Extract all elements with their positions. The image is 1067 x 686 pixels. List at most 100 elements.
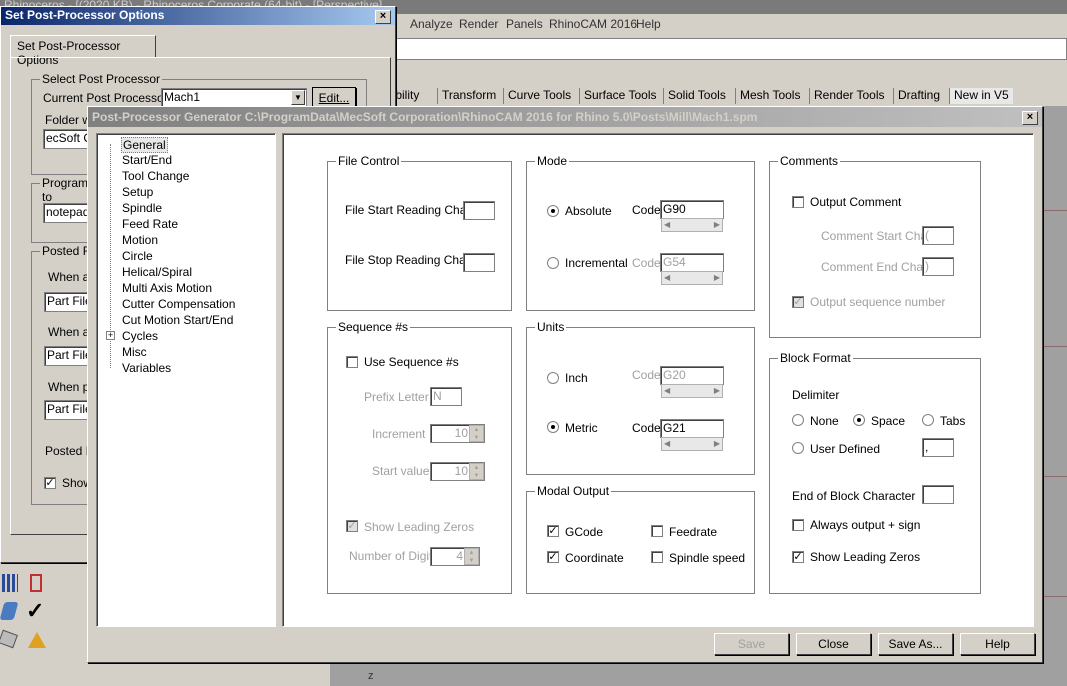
- current-post-select[interactable]: Mach1: [161, 88, 307, 107]
- increment-label: Increment: [372, 427, 426, 441]
- coordinate-label: Coordinate: [565, 551, 624, 565]
- tab-mesh-tools[interactable]: Mesh Tools: [735, 88, 804, 104]
- tab-drafting[interactable]: Drafting: [893, 88, 944, 104]
- file-start-field[interactable]: [463, 201, 495, 220]
- tree-item-motion[interactable]: Motion: [122, 233, 158, 247]
- spo-tab[interactable]: Set Post-Processor Options: [10, 35, 156, 67]
- spindle-checkbox[interactable]: [651, 551, 663, 563]
- metric-radio[interactable]: [547, 421, 559, 433]
- file-stop-field[interactable]: [463, 253, 495, 272]
- tree-item-cut-motion-start-end[interactable]: Cut Motion Start/End: [122, 313, 233, 327]
- grid-icon[interactable]: [2, 574, 18, 592]
- incremental-radio[interactable]: [547, 257, 559, 269]
- units-title: Units: [535, 320, 567, 334]
- spo-title: Set Post-Processor Options: [5, 8, 165, 22]
- comment-end-field[interactable]: ): [922, 257, 954, 276]
- inc-code-scrollbar[interactable]: ◀ ▶: [661, 271, 723, 285]
- inch-label: Inch: [565, 371, 588, 385]
- space-radio[interactable]: [853, 414, 865, 426]
- z-axis-label: z: [368, 670, 374, 682]
- when-label-2: When a: [48, 325, 90, 339]
- tab-surface-tools[interactable]: Surface Tools: [579, 88, 661, 104]
- absolute-label: Absolute: [565, 204, 612, 218]
- output-seq-checkbox[interactable]: ✓: [792, 296, 804, 308]
- none-radio[interactable]: [792, 414, 804, 426]
- tree-item-cutter-compensation[interactable]: Cutter Compensation: [122, 297, 235, 311]
- use-sequence-checkbox[interactable]: [346, 356, 358, 368]
- comment-start-field[interactable]: (: [922, 226, 954, 245]
- tree-item-tool-change[interactable]: Tool Change: [122, 169, 189, 183]
- output-comment-checkbox[interactable]: [792, 196, 804, 208]
- help-button[interactable]: Help: [960, 633, 1035, 655]
- tab-transform[interactable]: Transform: [437, 88, 500, 104]
- block-format-title: Block Format: [778, 351, 853, 365]
- tree-item-circle[interactable]: Circle: [122, 249, 153, 263]
- tree-item-helical-spiral[interactable]: Helical/Spiral: [122, 265, 192, 279]
- inc-code-field[interactable]: G54: [660, 253, 724, 272]
- ppg-close-button[interactable]: ×: [1022, 111, 1038, 125]
- menu-analyze[interactable]: Analyze: [410, 17, 453, 31]
- tree-item-spindle[interactable]: Spindle: [122, 201, 162, 215]
- always-sign-checkbox[interactable]: [792, 519, 804, 531]
- abs-code-scrollbar[interactable]: ◀ ▶: [661, 218, 723, 232]
- tree-item-setup[interactable]: Setup: [122, 185, 153, 199]
- mode-group: Mode: [526, 154, 755, 311]
- tree-item-feed-rate[interactable]: Feed Rate: [122, 217, 178, 231]
- current-post-label: Current Post Processor:: [43, 91, 172, 105]
- edit-button[interactable]: Edit...: [312, 87, 356, 108]
- tree-item-general[interactable]: General: [121, 137, 168, 153]
- feedrate-checkbox[interactable]: [651, 525, 663, 537]
- warning-icon[interactable]: [28, 632, 46, 648]
- tab-render-tools[interactable]: Render Tools: [809, 88, 889, 104]
- gcode-checkbox[interactable]: ✓: [547, 525, 559, 537]
- user-defined-field[interactable]: ,: [922, 438, 954, 457]
- save-as-button[interactable]: Save As...: [878, 633, 953, 655]
- menu-panels[interactable]: Panels: [506, 17, 543, 31]
- tree-item-variables[interactable]: Variables: [122, 361, 171, 375]
- array-icon[interactable]: [30, 574, 42, 592]
- block-leading-zeros-checkbox[interactable]: ✓: [792, 551, 804, 563]
- tree-item-cycles[interactable]: Cycles: [122, 329, 158, 343]
- digits-spin-icon[interactable]: ▲ ▼: [464, 548, 479, 565]
- file-control-group: File Control: [327, 154, 512, 311]
- comments-group: Comments: [769, 154, 981, 338]
- viewport-bottom[interactable]: z: [330, 662, 1067, 686]
- coordinate-checkbox[interactable]: ✓: [547, 551, 559, 563]
- inch-code-field[interactable]: G20: [660, 366, 724, 385]
- menu-rhinocam[interactable]: RhinoCAM 2016: [549, 17, 637, 31]
- metric-code-scrollbar[interactable]: ◀ ▶: [661, 437, 723, 451]
- menu-help[interactable]: Help: [636, 17, 661, 31]
- tab-curve-tools[interactable]: Curve Tools: [503, 88, 575, 104]
- spo-close-button[interactable]: ×: [375, 10, 391, 24]
- tab-new-in-v5[interactable]: New in V5: [949, 88, 1013, 104]
- menu-render[interactable]: Render: [459, 17, 498, 31]
- inch-code-scrollbar[interactable]: ◀ ▶: [661, 384, 723, 398]
- tab-solid-tools[interactable]: Solid Tools: [663, 88, 730, 104]
- prefix-field[interactable]: N: [430, 387, 462, 406]
- user-defined-radio[interactable]: [792, 442, 804, 454]
- expand-icon[interactable]: +: [106, 331, 115, 340]
- tree-item-start-end[interactable]: Start/End: [122, 153, 172, 167]
- show-checkbox[interactable]: ✓: [44, 477, 56, 489]
- abs-code-field[interactable]: G90: [660, 200, 724, 219]
- increment-spin-icon[interactable]: ▲ ▼: [469, 425, 484, 442]
- delimiter-label: Delimiter: [792, 388, 840, 402]
- command-line[interactable]: [396, 38, 1067, 60]
- eob-field[interactable]: [922, 485, 954, 504]
- check-icon[interactable]: ✓: [26, 598, 44, 624]
- spindle-label: Spindle speed: [669, 551, 746, 565]
- save-button[interactable]: Save: [714, 633, 789, 655]
- metric-code-field[interactable]: G21: [660, 419, 724, 438]
- chevron-down-icon[interactable]: ▼: [291, 90, 305, 105]
- none-label: None: [810, 414, 839, 428]
- tree-item-multi-axis-motion[interactable]: Multi Axis Motion: [122, 281, 212, 295]
- inch-radio[interactable]: [547, 372, 559, 384]
- units-group: Units: [526, 320, 755, 475]
- tree-item-misc[interactable]: Misc: [122, 345, 147, 359]
- absolute-radio[interactable]: [547, 205, 559, 217]
- close-button[interactable]: Close: [796, 633, 871, 655]
- tabs-radio[interactable]: [922, 414, 934, 426]
- start-spin-icon[interactable]: ▲ ▼: [469, 463, 484, 480]
- viewport-right[interactable]: [1042, 106, 1067, 686]
- seq-leading-zeros-checkbox[interactable]: ✓: [346, 520, 358, 532]
